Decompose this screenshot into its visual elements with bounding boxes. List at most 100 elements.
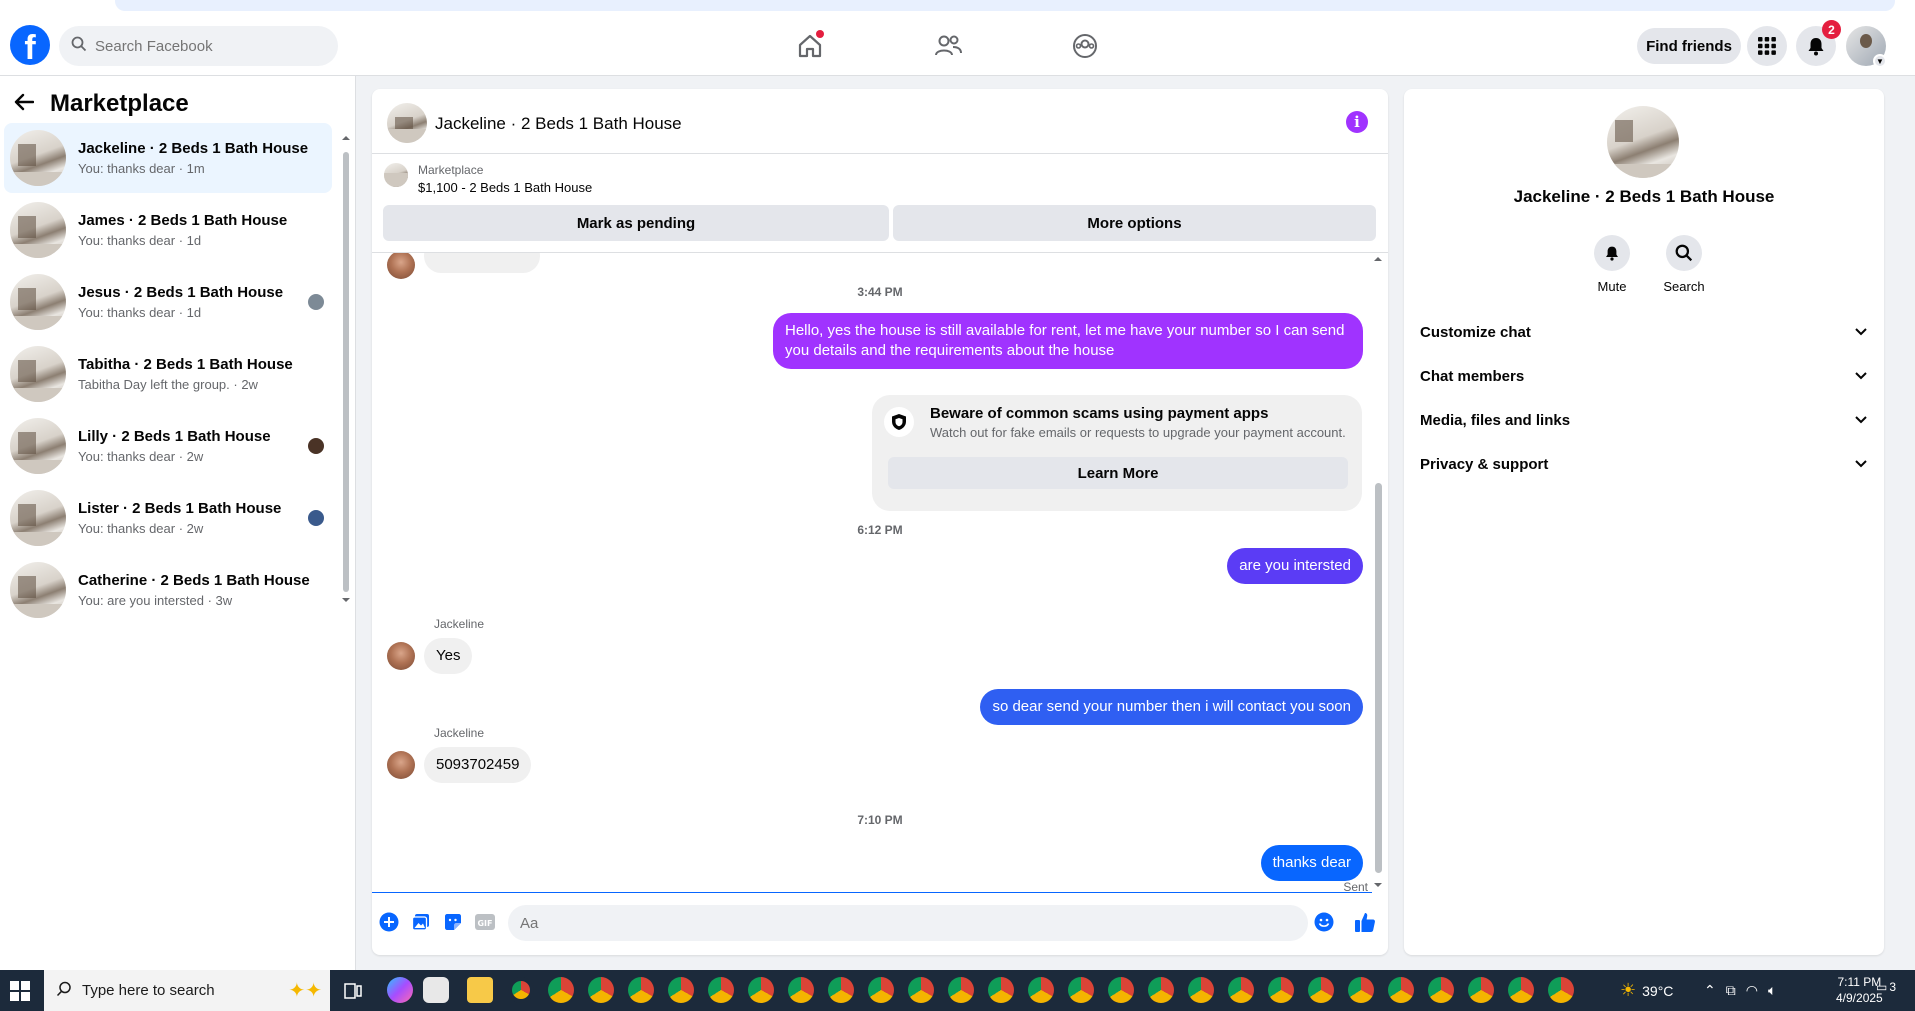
conversation-item[interactable]: Jesus · 2 Beds 1 Bath House You: thanks d…	[4, 267, 332, 337]
media-files-links-row[interactable]: Media, files and links	[1420, 404, 1868, 436]
chrome-icon[interactable]	[788, 977, 814, 1003]
more-options-button[interactable]: More options	[893, 205, 1376, 241]
message-thread[interactable]: 3:44 PM Hello, yes the house is still av…	[372, 253, 1388, 891]
conversation-preview: You: thanks dear · 1d	[78, 233, 202, 248]
conversation-item[interactable]: Tabitha · 2 Beds 1 Bath House Tabitha Day…	[4, 339, 332, 409]
back-arrow-icon[interactable]	[14, 93, 35, 115]
browser-address-strip	[0, 0, 1915, 14]
chevron-up-icon[interactable]: ⌃	[1704, 982, 1716, 999]
message-input[interactable]	[508, 905, 1308, 941]
system-tray[interactable]: ⌃ ⧉ ◠ 🔈︎	[1704, 970, 1776, 1011]
read-receipt-avatar	[308, 294, 324, 310]
friends-icon[interactable]	[932, 30, 964, 62]
file-explorer-icon[interactable]	[467, 977, 493, 1003]
facebook-search[interactable]	[59, 26, 338, 66]
message-bubble-outgoing[interactable]: are you intersted	[1227, 548, 1363, 584]
conversation-item[interactable]: Jackeline · 2 Beds 1 Bath House You: than…	[4, 123, 332, 193]
paint-app-icon[interactable]	[423, 977, 449, 1003]
message-bubble-incoming[interactable]: 5093702459	[424, 747, 532, 783]
message-bubble-outgoing[interactable]: so dear send your number then i will con…	[980, 689, 1363, 725]
chrome-icon[interactable]	[1508, 977, 1534, 1003]
windows-start-icon[interactable]	[10, 981, 30, 1005]
section-label: Privacy & support	[1420, 455, 1549, 473]
gif-icon[interactable]: GIF	[474, 911, 496, 933]
plus-circle-icon[interactable]	[378, 911, 400, 933]
listing-thumbnail	[10, 130, 66, 186]
search-input[interactable]	[95, 37, 305, 55]
meet-now-icon[interactable]: ⧉	[1726, 982, 1736, 999]
conversation-title: Catherine · 2 Beds 1 Bath House	[78, 572, 310, 589]
chat-listing-thumbnail[interactable]	[387, 103, 427, 143]
chrome-icon[interactable]	[1068, 977, 1094, 1003]
message-bubble-incoming[interactable]: Yes	[424, 638, 473, 674]
volume-icon[interactable]: 🔈︎	[1768, 982, 1776, 999]
find-friends-button[interactable]: Find friends	[1637, 28, 1741, 64]
sidebar-scrollbar[interactable]	[342, 134, 350, 604]
taskbar-search[interactable]: Type here to search ✦✦	[44, 970, 330, 1011]
conversation-item[interactable]: James · 2 Beds 1 Bath House You: thanks d…	[4, 195, 332, 265]
weather-widget[interactable]: ☀ 39°C	[1620, 970, 1673, 1011]
chevron-down-icon[interactable]: ▼	[1873, 54, 1887, 68]
groups-icon[interactable]	[1069, 30, 1101, 62]
learn-more-button[interactable]: Learn More	[888, 457, 1348, 489]
conversation-item[interactable]: Lister · 2 Beds 1 Bath House You: thanks …	[4, 483, 332, 553]
chrome-icon[interactable]	[1148, 977, 1174, 1003]
notification-center[interactable]: ▭ 3	[1876, 980, 1896, 994]
chrome-icon[interactable]	[1548, 977, 1574, 1003]
chrome-icon[interactable]	[1468, 977, 1494, 1003]
emoji-icon[interactable]	[1313, 911, 1335, 933]
sticker-icon[interactable]	[442, 911, 464, 933]
menu-grid-icon[interactable]	[1747, 26, 1787, 66]
chrome-icon[interactable]	[1388, 977, 1414, 1003]
task-view-icon[interactable]	[343, 981, 363, 1005]
facebook-logo[interactable]: f	[10, 25, 50, 65]
conversation-title: Lilly · 2 Beds 1 Bath House	[78, 428, 271, 445]
chat-title[interactable]: Jackeline · 2 Beds 1 Bath House	[435, 114, 682, 134]
chrome-icon[interactable]	[508, 977, 534, 1003]
home-icon[interactable]	[794, 30, 826, 62]
thread-scrollbar[interactable]	[1372, 253, 1384, 891]
privacy-support-row[interactable]: Privacy & support	[1420, 448, 1868, 480]
chrome-icon[interactable]	[1428, 977, 1454, 1003]
chrome-icon[interactable]	[548, 977, 574, 1003]
chrome-icon[interactable]	[1108, 977, 1134, 1003]
chat-window: Jackeline · 2 Beds 1 Bath House i Market…	[372, 89, 1388, 955]
chrome-icon[interactable]	[868, 977, 894, 1003]
photo-icon[interactable]	[410, 911, 432, 933]
message-bubble-outgoing[interactable]: Hello, yes the house is still available …	[773, 313, 1363, 369]
listing-summary[interactable]: Marketplace $1,100 - 2 Beds 1 Bath House	[384, 163, 592, 195]
conversation-preview: You: thanks dear · 1d	[78, 305, 202, 320]
chrome-icon[interactable]	[1268, 977, 1294, 1003]
wifi-icon[interactable]: ◠	[1746, 982, 1758, 999]
customize-chat-row[interactable]: Customize chat	[1420, 316, 1868, 348]
conversation-item[interactable]: Catherine · 2 Beds 1 Bath House You: are …	[4, 555, 332, 625]
like-thumb-icon[interactable]	[1354, 911, 1376, 933]
shield-icon	[884, 407, 914, 437]
chrome-icon[interactable]	[628, 977, 654, 1003]
chrome-icon[interactable]	[748, 977, 774, 1003]
chrome-icon[interactable]	[1348, 977, 1374, 1003]
message-bubble-outgoing[interactable]: thanks dear	[1260, 845, 1363, 881]
conversation-item[interactable]: Lilly · 2 Beds 1 Bath House You: thanks d…	[4, 411, 332, 481]
mark-as-pending-button[interactable]: Mark as pending	[383, 205, 889, 241]
chrome-icon[interactable]	[828, 977, 854, 1003]
chrome-icon[interactable]	[1228, 977, 1254, 1003]
chat-members-row[interactable]: Chat members	[1420, 360, 1868, 392]
chrome-icon[interactable]	[1028, 977, 1054, 1003]
chrome-icon[interactable]	[668, 977, 694, 1003]
listing-thumbnail[interactable]	[1607, 106, 1679, 178]
bell-icon[interactable]	[1594, 235, 1630, 271]
chrome-icon[interactable]	[908, 977, 934, 1003]
chrome-icon[interactable]	[988, 977, 1014, 1003]
mute-action[interactable]: Mute	[1582, 235, 1642, 294]
search-icon[interactable]	[1666, 235, 1702, 271]
chrome-icon[interactable]	[1308, 977, 1334, 1003]
chrome-icon[interactable]	[588, 977, 614, 1003]
info-icon[interactable]: i	[1346, 111, 1368, 133]
chrome-icon[interactable]	[708, 977, 734, 1003]
chrome-icon[interactable]	[948, 977, 974, 1003]
search-action[interactable]: Search	[1654, 235, 1714, 294]
chevron-down-icon	[1854, 368, 1868, 385]
copilot-icon[interactable]	[387, 977, 413, 1003]
chrome-icon[interactable]	[1188, 977, 1214, 1003]
